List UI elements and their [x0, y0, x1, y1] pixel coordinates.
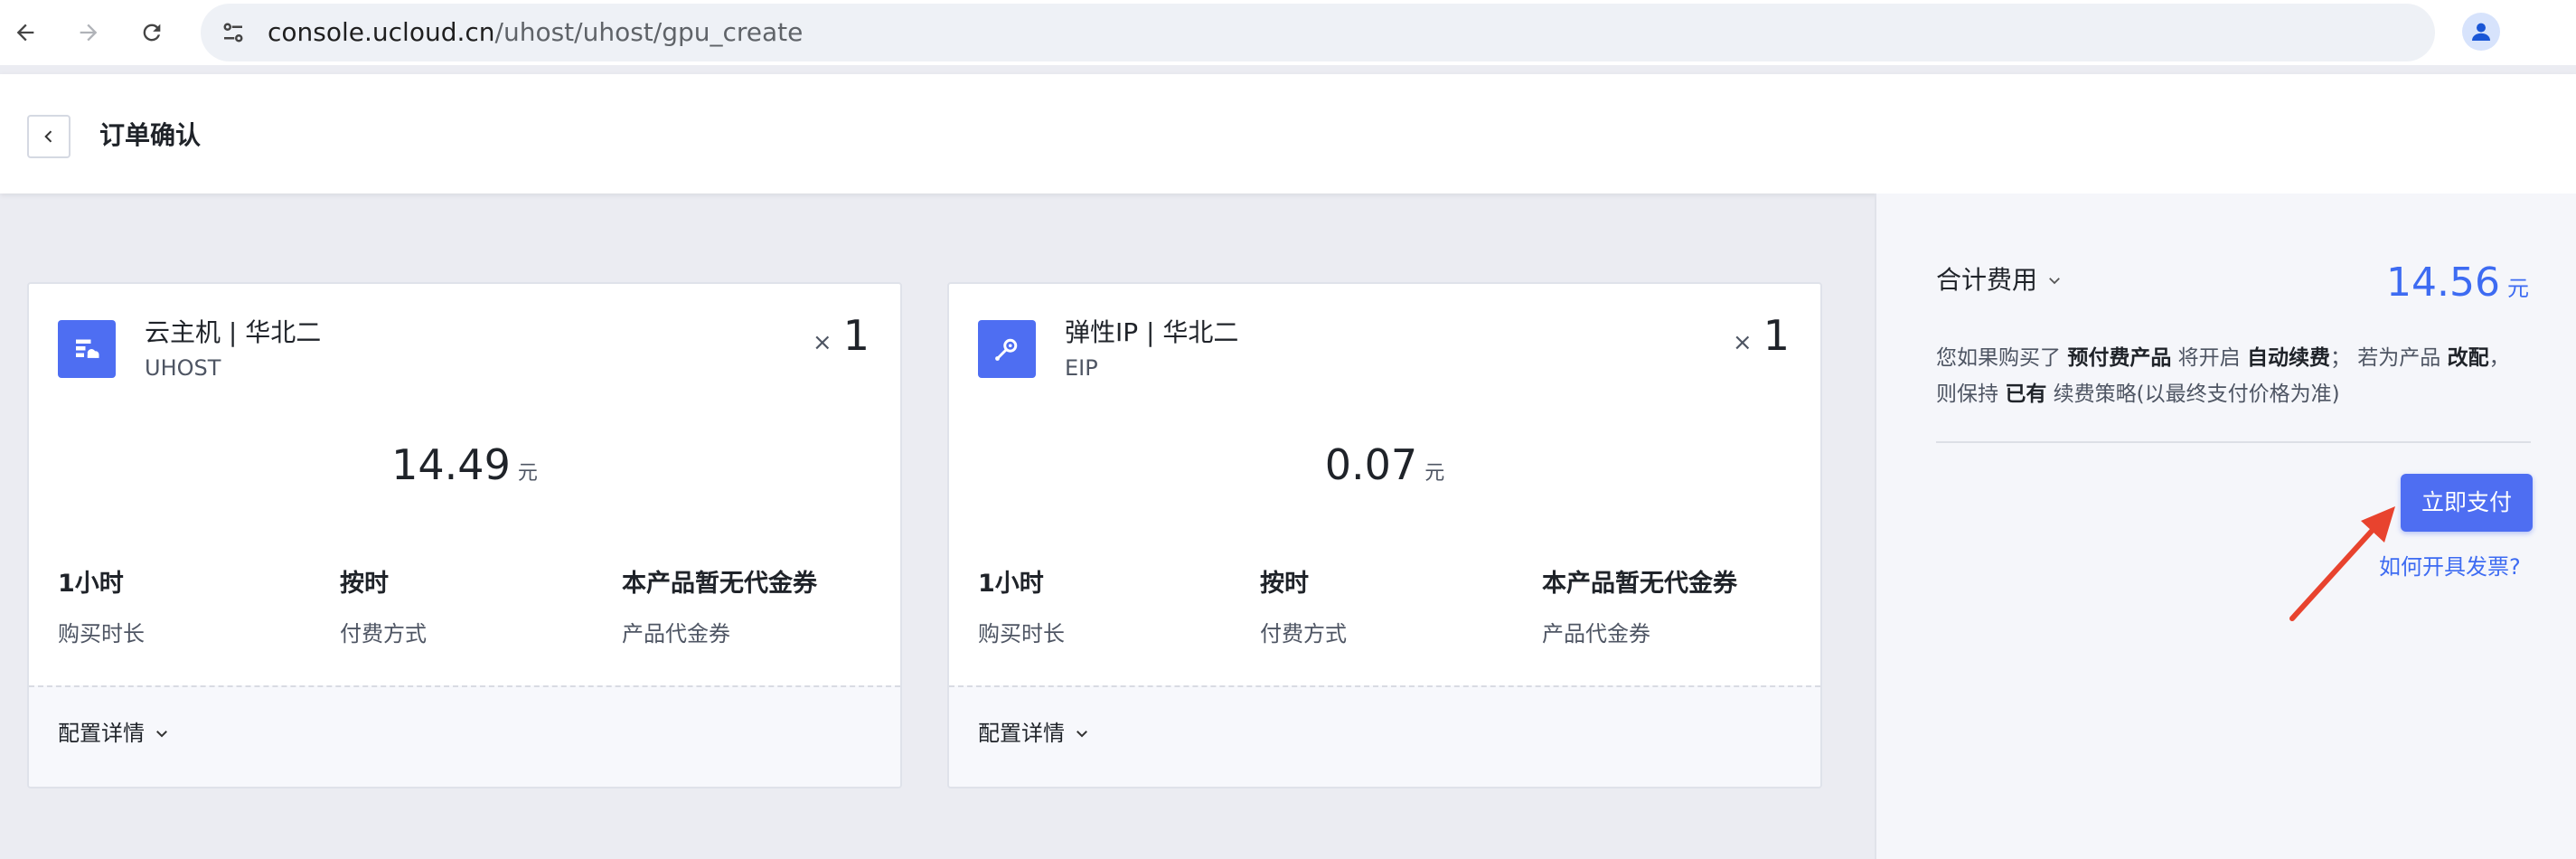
price-unit: 元 — [1424, 462, 1445, 485]
spec-row: 1小时 购买时长 按时 付费方式 本产品暂无代金券 产品代金券 — [29, 566, 900, 675]
product-name: 弹性IP | 华北二 — [1065, 317, 1239, 347]
spec-value: 本产品暂无代金券 — [1542, 570, 1737, 598]
spec-billing: 按时 付费方式 — [340, 566, 427, 649]
config-details-label: 配置详情 — [978, 721, 1065, 746]
url-path: /uhost/uhost/gpu_create — [494, 17, 804, 47]
divider — [1936, 441, 2531, 443]
spec-label: 付费方式 — [340, 621, 427, 647]
profile-avatar-icon[interactable] — [2462, 13, 2500, 51]
notice-bold: 自动续费 — [2246, 346, 2330, 370]
card-footer: 配置详情 — [29, 685, 900, 787]
spec-value: 按时 — [340, 570, 389, 598]
spec-value: 本产品暂无代金券 — [622, 570, 817, 598]
total-price: 14.56 元 — [2386, 260, 2529, 306]
product-name: 云主机 | 华北二 — [145, 317, 322, 347]
order-summary-panel: 合计费用 14.56 元 您如果购买了 预付费产品 将开启 自动续费； 若为产品… — [1875, 194, 2576, 859]
pay-now-button[interactable]: 立即支付 — [2401, 474, 2533, 532]
spec-duration: 1小时 购买时长 — [978, 566, 1065, 649]
address-bar[interactable]: console.ucloud.cn/uhost/uhost/gpu_create — [201, 4, 2435, 61]
product-price: 0.07 元 — [949, 438, 1820, 492]
config-details-toggle[interactable]: 配置详情 — [978, 718, 1090, 749]
notice-bold: 预付费产品 — [2067, 346, 2172, 370]
spec-label: 产品代金券 — [1542, 621, 1650, 647]
price-value: 14.49 — [391, 440, 511, 489]
elastic-ip-icon — [978, 320, 1036, 378]
config-details-label: 配置详情 — [58, 721, 145, 746]
spec-label: 付费方式 — [1260, 621, 1347, 647]
total-cost-label: 合计费用 — [1936, 265, 2038, 295]
notice-text: 将开启 — [2177, 346, 2241, 370]
auto-renew-notice: 您如果购买了 预付费产品 将开启 自动续费； 若为产品 改配， 则保持 已有 续… — [1936, 340, 2533, 412]
quantity-prefix: × — [1732, 329, 1753, 356]
spec-label: 产品代金券 — [622, 621, 730, 647]
price-unit: 元 — [517, 462, 538, 485]
notice-bold: 已有 — [2005, 382, 2047, 406]
spec-voucher: 本产品暂无代金券 产品代金券 — [1542, 566, 1737, 649]
notice-text: 续费策略(以最终支付价格为准) — [2053, 382, 2340, 406]
notice-text: ； 若为产品 — [2329, 346, 2441, 370]
total-price-unit: 元 — [2507, 276, 2529, 301]
spec-voucher: 本产品暂无代金券 产品代金券 — [622, 566, 817, 649]
spec-value: 1小时 — [978, 570, 1044, 598]
url-text[interactable]: console.ucloud.cn/uhost/uhost/gpu_create — [268, 17, 803, 48]
cloud-host-icon — [58, 320, 116, 378]
annotation-arrow-icon — [2289, 506, 2395, 621]
forward-arrow-icon[interactable] — [69, 13, 108, 52]
product-card-eip: 弹性IP | 华北二 EIP × 1 0.07 元 1小时 购买时长 按时 付费方… — [947, 282, 1822, 788]
chevron-left-icon — [44, 130, 52, 143]
product-code: EIP — [1065, 355, 1098, 381]
url-host: console.ucloud.cn — [268, 17, 495, 47]
site-settings-icon[interactable] — [217, 16, 249, 49]
price-value: 0.07 — [1324, 440, 1418, 489]
notice-text: 您如果购买了 — [1936, 346, 2061, 370]
card-footer: 配置详情 — [949, 685, 1820, 787]
spec-label: 购买时长 — [58, 621, 145, 647]
spec-value: 1小时 — [58, 570, 124, 598]
chevron-down-icon — [156, 731, 167, 738]
product-card-uhost: 云主机 | 华北二 UHOST × 1 14.49 元 1小时 购买时长 按时 付… — [27, 282, 902, 788]
spec-value: 按时 — [1260, 570, 1309, 598]
spec-billing: 按时 付费方式 — [1260, 566, 1347, 649]
total-cost-toggle[interactable]: 合计费用 — [1936, 262, 2063, 298]
config-details-toggle[interactable]: 配置详情 — [58, 718, 170, 749]
quantity-prefix: × — [812, 329, 832, 356]
quantity: × 1 — [813, 311, 870, 360]
page-header: 订单确认 — [0, 74, 2576, 194]
spec-duration: 1小时 购买时长 — [58, 566, 145, 649]
product-price: 14.49 元 — [29, 438, 900, 492]
back-button[interactable] — [27, 115, 71, 158]
spec-label: 购买时长 — [978, 621, 1065, 647]
spec-row: 1小时 购买时长 按时 付费方式 本产品暂无代金券 产品代金券 — [949, 566, 1820, 675]
browser-toolbar: console.ucloud.cn/uhost/uhost/gpu_create — [0, 0, 2576, 65]
chevron-down-icon — [2049, 278, 2060, 285]
reload-icon[interactable] — [132, 13, 172, 52]
chevron-down-icon — [1076, 731, 1087, 738]
quantity: × 1 — [1733, 311, 1790, 360]
back-arrow-icon[interactable] — [5, 13, 45, 52]
quantity-value: 1 — [1763, 311, 1790, 360]
product-code: UHOST — [145, 355, 221, 381]
notice-bold: 改配 — [2447, 346, 2489, 370]
quantity-value: 1 — [842, 311, 870, 360]
total-price-value: 14.56 — [2386, 260, 2500, 306]
page-title: 订单确认 — [99, 120, 202, 150]
